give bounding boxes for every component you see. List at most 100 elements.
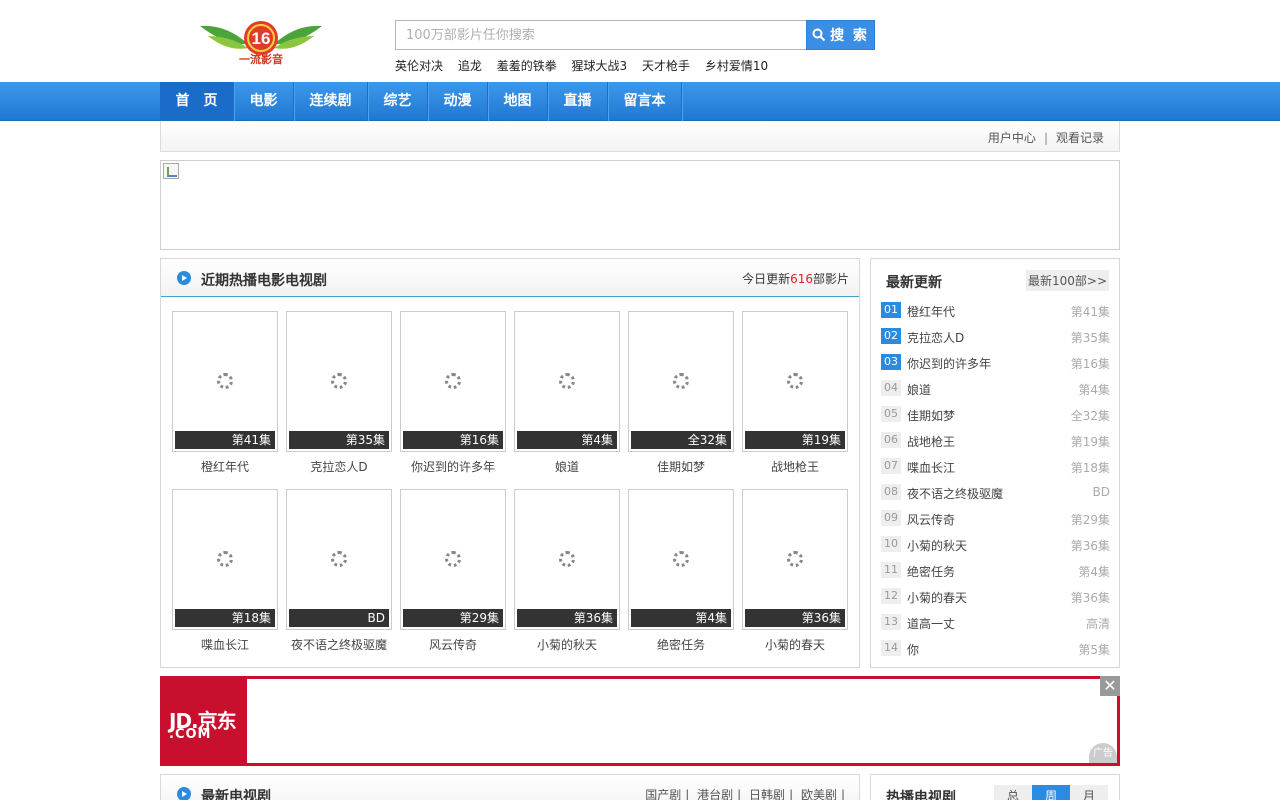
list-item[interactable]: 01 橙红年代 第41集 xyxy=(881,302,1110,328)
nav-item-series[interactable]: 连续剧 xyxy=(294,82,368,121)
video-card[interactable]: 第4集娘道 xyxy=(514,311,620,475)
nav-item-home[interactable]: 首 页 xyxy=(160,82,234,121)
poster-image[interactable]: 第41集 xyxy=(172,311,278,452)
poster-image[interactable]: BD xyxy=(286,489,392,630)
video-card[interactable]: 第29集风云传奇 xyxy=(400,489,506,653)
search-button[interactable]: 搜 索 xyxy=(806,20,875,50)
item-title[interactable]: 战地枪王 xyxy=(907,433,955,450)
item-title[interactable]: 娘道 xyxy=(907,381,931,398)
nav-item-variety[interactable]: 综艺 xyxy=(368,82,428,121)
item-title[interactable]: 克拉恋人D xyxy=(907,329,964,346)
video-card[interactable]: 第35集克拉恋人D xyxy=(286,311,392,475)
item-episode: 全32集 xyxy=(1070,409,1110,423)
nav-item-anime[interactable]: 动漫 xyxy=(428,82,488,121)
hot-word-link[interactable]: 追龙 xyxy=(458,59,482,73)
tab-week[interactable]: 周 xyxy=(1032,785,1070,800)
hot-word-link[interactable]: 羞羞的铁拳 xyxy=(497,59,557,73)
item-title[interactable]: 橙红年代 xyxy=(907,303,955,320)
item-title[interactable]: 风云传奇 xyxy=(907,511,955,528)
category-link[interactable]: 国产剧 xyxy=(645,788,681,800)
list-item[interactable]: 07 喋血长江 第18集 xyxy=(881,458,1110,484)
item-title[interactable]: 佳期如梦 xyxy=(907,407,955,424)
latest-100-link[interactable]: 最新100部>> xyxy=(1025,270,1109,291)
list-item[interactable]: 14 你 第5集 xyxy=(881,640,1110,666)
list-item[interactable]: 08 夜不语之终极驱魔 BD xyxy=(881,484,1110,510)
video-card[interactable]: 第36集小菊的春天 xyxy=(742,489,848,653)
poster-image[interactable]: 第4集 xyxy=(628,489,734,630)
poster-image[interactable]: 全32集 xyxy=(628,311,734,452)
episode-badge: 第16集 xyxy=(403,431,503,449)
ad-label: 广告 xyxy=(1089,743,1117,763)
video-card[interactable]: 第4集绝密任务 xyxy=(628,489,734,653)
video-card[interactable]: 第19集战地枪王 xyxy=(742,311,848,475)
item-episode: 第5集 xyxy=(1078,643,1110,657)
video-title[interactable]: 绝密任务 xyxy=(628,636,734,653)
nav-item-guestbook[interactable]: 留言本 xyxy=(608,82,682,121)
video-card[interactable]: BD 夜不语之终极驱魔 xyxy=(286,489,392,653)
close-icon[interactable]: ✕ xyxy=(1100,676,1120,696)
list-item[interactable]: 11 绝密任务 第4集 xyxy=(881,562,1110,588)
tab-total[interactable]: 总 xyxy=(994,785,1032,800)
video-card[interactable]: 第16集你迟到的许多年 xyxy=(400,311,506,475)
banner-ad[interactable] xyxy=(160,160,1120,250)
item-title[interactable]: 你迟到的许多年 xyxy=(907,355,991,372)
video-title[interactable]: 风云传奇 xyxy=(400,636,506,653)
poster-image[interactable]: 第19集 xyxy=(742,311,848,452)
jd-ad-banner[interactable]: JD.京东 .COM ✕ 广告 xyxy=(160,676,1120,766)
list-item[interactable]: 04 娘道 第4集 xyxy=(881,380,1110,406)
list-item[interactable]: 09 风云传奇 第29集 xyxy=(881,510,1110,536)
item-title[interactable]: 你 xyxy=(907,641,919,658)
video-card[interactable]: 全32集佳期如梦 xyxy=(628,311,734,475)
item-title[interactable]: 夜不语之终极驱魔 xyxy=(907,485,1003,502)
video-title[interactable]: 克拉恋人D xyxy=(286,458,392,475)
video-title[interactable]: 娘道 xyxy=(514,458,620,475)
hot-word-link[interactable]: 乡村爱情10 xyxy=(705,59,768,73)
video-title[interactable]: 小菊的春天 xyxy=(742,636,848,653)
site-logo[interactable]: 16 一流影音 xyxy=(196,18,326,68)
list-item[interactable]: 05 佳期如梦 全32集 xyxy=(881,406,1110,432)
poster-image[interactable]: 第36集 xyxy=(514,489,620,630)
watch-history-link[interactable]: 观看记录 xyxy=(1056,131,1104,145)
item-title[interactable]: 小菊的秋天 xyxy=(907,537,967,554)
hot-word-link[interactable]: 猩球大战3 xyxy=(572,59,628,73)
hot-word-link[interactable]: 天才枪手 xyxy=(642,59,690,73)
category-link[interactable]: 日韩剧 xyxy=(749,788,785,800)
video-title[interactable]: 战地枪王 xyxy=(742,458,848,475)
search-input[interactable] xyxy=(395,20,807,50)
list-item[interactable]: 02 克拉恋人D 第35集 xyxy=(881,328,1110,354)
list-item[interactable]: 13 道高一丈 高清 xyxy=(881,614,1110,640)
user-center-link[interactable]: 用户中心 xyxy=(988,131,1036,145)
poster-image[interactable]: 第35集 xyxy=(286,311,392,452)
item-episode: 第36集 xyxy=(1070,591,1110,605)
video-card[interactable]: 第18集喋血长江 xyxy=(172,489,278,653)
list-item[interactable]: 10 小菊的秋天 第36集 xyxy=(881,536,1110,562)
item-title[interactable]: 绝密任务 xyxy=(907,563,955,580)
video-title[interactable]: 橙红年代 xyxy=(172,458,278,475)
category-link[interactable]: 欧美剧 xyxy=(801,788,837,800)
nav-item-movies[interactable]: 电影 xyxy=(234,82,294,121)
video-title[interactable]: 喋血长江 xyxy=(172,636,278,653)
item-title[interactable]: 喋血长江 xyxy=(907,459,955,476)
video-title[interactable]: 小菊的秋天 xyxy=(514,636,620,653)
nav-item-live[interactable]: 直播 xyxy=(548,82,608,121)
list-item[interactable]: 03 你迟到的许多年 第16集 xyxy=(881,354,1110,380)
item-title[interactable]: 小菊的春天 xyxy=(907,589,967,606)
separator: | xyxy=(1043,131,1048,145)
tab-month[interactable]: 月 xyxy=(1070,785,1108,800)
list-item[interactable]: 12 小菊的春天 第36集 xyxy=(881,588,1110,614)
item-title[interactable]: 道高一丈 xyxy=(907,615,955,632)
hot-word-link[interactable]: 英伦对决 xyxy=(395,59,443,73)
nav-item-sitemap[interactable]: 地图 xyxy=(488,82,548,121)
category-link[interactable]: 港台剧 xyxy=(697,788,733,800)
video-card[interactable]: 第41集橙红年代 xyxy=(172,311,278,475)
poster-image[interactable]: 第16集 xyxy=(400,311,506,452)
video-title[interactable]: 夜不语之终极驱魔 xyxy=(286,636,392,653)
video-card[interactable]: 第36集小菊的秋天 xyxy=(514,489,620,653)
video-title[interactable]: 佳期如梦 xyxy=(628,458,734,475)
poster-image[interactable]: 第29集 xyxy=(400,489,506,630)
poster-image[interactable]: 第36集 xyxy=(742,489,848,630)
poster-image[interactable]: 第4集 xyxy=(514,311,620,452)
list-item[interactable]: 06 战地枪王 第19集 xyxy=(881,432,1110,458)
video-title[interactable]: 你迟到的许多年 xyxy=(400,458,506,475)
poster-image[interactable]: 第18集 xyxy=(172,489,278,630)
